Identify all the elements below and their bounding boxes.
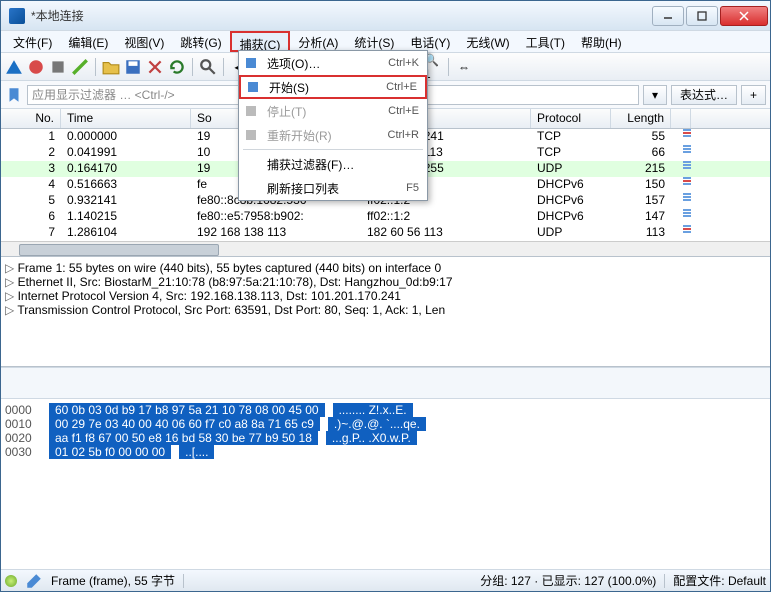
toolbar-separator <box>95 58 96 76</box>
menu-go[interactable]: 跳转(G) <box>172 31 229 52</box>
add-filter-button[interactable]: + <box>741 85 766 105</box>
hex-row[interactable]: 0020aa f1 f8 67 00 50 e8 16 bd 58 30 be … <box>5 431 766 445</box>
status-frame: Frame (frame), 55 字节 <box>51 572 175 589</box>
statusbar: Frame (frame), 55 字节 分组: 127 · 已显示: 127 … <box>1 569 770 591</box>
menu-file[interactable]: 文件(F) <box>5 31 60 52</box>
menu-tools[interactable]: 工具(T) <box>518 31 573 52</box>
save-file-icon[interactable] <box>124 58 142 76</box>
packet-bytes-pane[interactable]: 000060 0b 03 0d b9 17 b8 97 5a 21 10 78 … <box>1 399 770 519</box>
status-packets: 分组: 127 · 已显示: 127 (100.0%) <box>480 572 656 589</box>
find-icon[interactable] <box>199 58 217 76</box>
open-file-icon[interactable] <box>102 58 120 76</box>
menu-telephony[interactable]: 电话(Y) <box>402 31 458 52</box>
hex-row[interactable]: 001000 29 7e 03 40 00 40 06 60 f7 c0 a8 … <box>5 417 766 431</box>
toolbar-separator <box>223 58 224 76</box>
table-row[interactable]: 61.140215fe80::e5:7958:b902:ff02::1:2DHC… <box>1 209 770 225</box>
detail-frame[interactable]: Frame 1: 55 bytes on wire (440 bits), 55… <box>5 261 766 275</box>
gear-icon <box>243 55 259 71</box>
stop-icon <box>243 103 259 119</box>
hex-row[interactable]: 003001 02 5b f0 00 00 00..[.... <box>5 445 766 459</box>
empty-area <box>1 519 770 569</box>
menu-wireless[interactable]: 无线(W) <box>458 31 517 52</box>
detail-tcp[interactable]: Transmission Control Protocol, Src Port:… <box>5 303 766 317</box>
menu-item-r: 重新开始(R)Ctrl+R <box>239 123 427 147</box>
menu-view[interactable]: 视图(V) <box>116 31 172 52</box>
capture-stop-icon[interactable] <box>27 58 45 76</box>
capture-menu-dropdown: 选项(O)…Ctrl+K开始(S)Ctrl+E停止(T)Ctrl+E重新开始(R… <box>238 50 428 201</box>
reload-icon[interactable] <box>168 58 186 76</box>
close-button[interactable] <box>720 6 768 26</box>
detail-ip[interactable]: Internet Protocol Version 4, Src: 192.16… <box>5 289 766 303</box>
menu-item-o[interactable]: 选项(O)…Ctrl+K <box>239 51 427 75</box>
menu-analyze[interactable]: 分析(A) <box>290 31 346 52</box>
wireshark-window: *本地连接 文件(F) 编辑(E) 视图(V) 跳转(G) 捕获(C) 分析(A… <box>0 0 771 592</box>
scroll-thumb[interactable] <box>19 244 219 256</box>
menu-item-t: 停止(T)Ctrl+E <box>239 99 427 123</box>
col-time[interactable]: Time <box>61 109 191 128</box>
minimize-button[interactable] <box>652 6 684 26</box>
capture-options-icon[interactable] <box>71 58 89 76</box>
menu-capture[interactable]: 捕获(C) <box>230 31 291 52</box>
col-len[interactable]: Length <box>611 109 671 128</box>
wireshark-icon <box>9 8 25 24</box>
packet-details-pane[interactable]: Frame 1: 55 bytes on wire (440 bits), 55… <box>1 257 770 367</box>
titlebar: *本地连接 <box>1 1 770 31</box>
detail-ethernet[interactable]: Ethernet II, Src: BiostarM_21:10:78 (b8:… <box>5 275 766 289</box>
status-separator <box>183 574 184 588</box>
window-title: *本地连接 <box>31 7 652 24</box>
resize-cols-icon[interactable]: ⇔ <box>455 58 473 76</box>
expression-button[interactable]: 表达式… <box>671 85 737 105</box>
menu-item-f[interactable]: 捕获过滤器(F)… <box>239 152 427 176</box>
apply-filter-button[interactable]: ▾ <box>643 85 667 105</box>
menu-separator <box>243 149 423 150</box>
toolbar-separator <box>448 58 449 76</box>
menu-help[interactable]: 帮助(H) <box>573 31 630 52</box>
hex-row[interactable]: 000060 0b 03 0d b9 17 b8 97 5a 21 10 78 … <box>5 403 766 417</box>
pane-splitter[interactable] <box>1 367 770 399</box>
fin-icon <box>245 79 261 95</box>
col-proto[interactable]: Protocol <box>531 109 611 128</box>
bookmark-icon[interactable] <box>5 86 23 104</box>
table-row[interactable]: 71.286104192 168 138 113182 60 56 113UDP… <box>1 225 770 241</box>
status-profile[interactable]: 配置文件: Default <box>673 572 766 589</box>
menu-statistics[interactable]: 统计(S) <box>346 31 402 52</box>
capture-restart-icon[interactable] <box>49 58 67 76</box>
menu-item-s[interactable]: 开始(S)Ctrl+E <box>239 75 427 99</box>
col-no[interactable]: No. <box>1 109 61 128</box>
status-separator <box>664 574 665 588</box>
restart-icon <box>243 127 259 143</box>
horizontal-scrollbar[interactable] <box>1 241 770 257</box>
capture-file-props-icon[interactable] <box>25 572 43 590</box>
filter-placeholder: 应用显示过滤器 … <Ctrl-/> <box>32 86 175 103</box>
capture-start-icon[interactable] <box>5 58 23 76</box>
maximize-button[interactable] <box>686 6 718 26</box>
toolbar-separator <box>192 58 193 76</box>
expert-info-icon[interactable] <box>5 575 17 587</box>
menu-item-[interactable]: 刷新接口列表F5 <box>239 176 427 200</box>
menu-edit[interactable]: 编辑(E) <box>60 31 116 52</box>
close-file-icon[interactable] <box>146 58 164 76</box>
